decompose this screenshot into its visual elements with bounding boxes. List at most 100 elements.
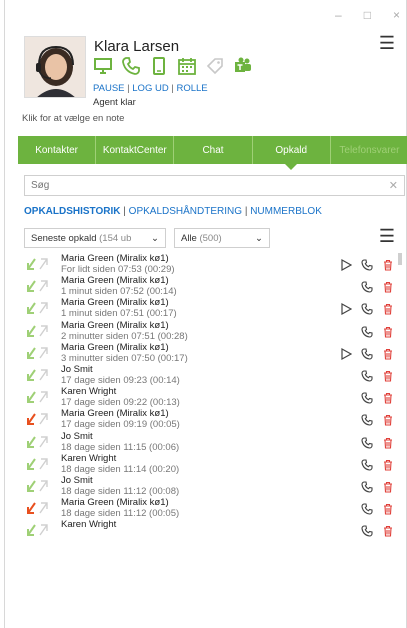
call-back-icon[interactable] (361, 347, 373, 365)
call-back-icon[interactable] (361, 413, 373, 431)
incoming-call-icon (26, 257, 50, 271)
incoming-call-icon (26, 324, 50, 338)
separator: | (127, 83, 130, 94)
calendar-icon[interactable] (177, 56, 197, 81)
chevron-down-icon: ⌄ (255, 232, 263, 244)
call-back-icon[interactable] (361, 480, 373, 498)
delete-icon[interactable] (382, 391, 394, 409)
delete-icon[interactable] (382, 413, 394, 431)
call-time: 17 dage siden 09:19 (00:05) (61, 419, 180, 431)
agent-name: Klara Larsen (94, 38, 180, 55)
delete-icon[interactable] (382, 258, 394, 276)
logout-link[interactable]: LOG UD (132, 83, 168, 94)
delete-icon[interactable] (382, 458, 394, 476)
incoming-call-icon (26, 368, 50, 382)
caller-name: Maria Green (Miralix kø1) (61, 341, 169, 353)
incoming-call-icon (26, 523, 50, 537)
call-back-icon[interactable] (361, 436, 373, 454)
call-type-label: Alle (181, 232, 197, 244)
call-row[interactable]: Maria Green (Miralix kø1) 18 dage siden 1… (24, 497, 396, 519)
delete-icon[interactable] (382, 347, 394, 365)
status-links: PAUSE | LOG UD | ROLLE (93, 83, 208, 94)
call-row[interactable]: Karen Wright (24, 519, 396, 541)
tab-calls[interactable]: Opkald (253, 136, 331, 170)
subnav-call-handling[interactable]: OPKALDSHÅNDTERING (129, 206, 242, 217)
call-row[interactable]: Maria Green (Miralix kø1) 3 minutter side… (24, 342, 396, 364)
delete-icon[interactable] (382, 524, 394, 542)
call-back-icon[interactable] (361, 458, 373, 476)
call-back-icon[interactable] (361, 391, 373, 409)
call-actions (340, 302, 394, 320)
delete-icon[interactable] (382, 280, 394, 298)
play-recording-icon[interactable] (340, 302, 353, 320)
tab-contacts[interactable]: Kontakter (18, 136, 97, 164)
minimize-button[interactable]: – (335, 8, 342, 22)
caller-name: Karen Wright (61, 452, 117, 464)
delete-icon[interactable] (382, 325, 394, 343)
call-back-icon[interactable] (361, 369, 373, 387)
call-row[interactable]: Maria Green (Miralix kø1) For lidt siden … (24, 253, 396, 275)
close-button[interactable]: × (393, 8, 400, 22)
tab-contact-center[interactable]: KontaktCenter (96, 136, 175, 164)
call-back-icon[interactable] (361, 325, 373, 343)
caller-name: Maria Green (Miralix kø1) (61, 497, 169, 509)
call-row[interactable]: Maria Green (Miralix kø1) 17 dage siden 0… (24, 408, 396, 430)
call-actions (361, 369, 394, 387)
delete-icon[interactable] (382, 369, 394, 387)
call-row[interactable]: Maria Green (Miralix kø1) 2 minutter side… (24, 320, 396, 342)
call-back-icon[interactable] (361, 258, 373, 276)
play-recording-icon[interactable] (340, 347, 353, 365)
separator: | (123, 206, 126, 217)
call-back-icon[interactable] (361, 280, 373, 298)
teams-icon[interactable] (233, 56, 253, 81)
scrollbar[interactable] (398, 253, 402, 265)
recent-calls-select[interactable]: Seneste opkald (154 ub ⌄ (24, 228, 166, 248)
agent-status: Agent klar (93, 97, 136, 108)
call-back-icon[interactable] (361, 524, 373, 542)
search-input[interactable] (31, 180, 389, 191)
subnav-numpad[interactable]: NUMMERBLOK (250, 206, 322, 217)
incoming-call-icon (26, 346, 50, 360)
role-link[interactable]: ROLLE (176, 83, 207, 94)
play-recording-icon[interactable] (340, 258, 353, 276)
incoming-call-icon (26, 479, 50, 493)
clear-search-icon[interactable]: ✕ (389, 179, 398, 192)
separator: | (171, 83, 174, 94)
call-row[interactable]: Karen Wright 17 dage siden 09:22 (00:13) (24, 386, 396, 408)
call-row[interactable]: Karen Wright 18 dage siden 11:14 (00:20) (24, 453, 396, 475)
incoming-call-icon (26, 435, 50, 449)
phone-icon[interactable] (121, 56, 141, 81)
call-back-icon[interactable] (361, 302, 373, 320)
call-row[interactable]: Jo Smit 18 dage siden 11:12 (00:08) (24, 475, 396, 497)
call-row[interactable]: Maria Green (Miralix kø1) 1 minut siden 0… (24, 275, 396, 297)
delete-icon[interactable] (382, 502, 394, 520)
call-row[interactable]: Maria Green (Miralix kø1) 1 minut siden 0… (24, 297, 396, 319)
call-time: 1 minut siden 07:52 (00:14) (61, 286, 177, 298)
maximize-button[interactable]: □ (364, 8, 371, 22)
call-type-select[interactable]: Alle (500) ⌄ (174, 228, 270, 248)
search-box: ✕ (24, 175, 405, 196)
subnav-call-history[interactable]: OPKALDSHISTORIK (24, 206, 121, 217)
main-menu-icon[interactable]: ☰ (379, 34, 395, 52)
call-time: 17 dage siden 09:23 (00:14) (61, 374, 180, 386)
note-selector[interactable]: Klik for at vælge en note (22, 113, 124, 124)
pause-link[interactable]: PAUSE (93, 83, 125, 94)
mobile-icon[interactable] (149, 56, 169, 81)
call-type-count: (500) (199, 232, 222, 244)
incoming-call-icon (26, 457, 50, 471)
channel-icons (93, 56, 253, 81)
delete-icon[interactable] (382, 436, 394, 454)
tab-chat[interactable]: Chat (174, 136, 253, 164)
tag-icon[interactable] (205, 56, 225, 81)
tab-voicemail[interactable]: Telefonsvarer (331, 136, 407, 164)
list-menu-icon[interactable]: ☰ (379, 227, 395, 245)
tab-bar: Kontakter KontaktCenter Chat Opkald Tele… (18, 136, 407, 170)
call-row[interactable]: Jo Smit 18 dage siden 11:15 (00:06) (24, 431, 396, 453)
computer-icon[interactable] (93, 56, 113, 81)
caller-name: Maria Green (Miralix kø1) (61, 408, 169, 420)
delete-icon[interactable] (382, 302, 394, 320)
call-back-icon[interactable] (361, 502, 373, 520)
delete-icon[interactable] (382, 480, 394, 498)
call-time: For lidt siden 07:53 (00:29) (61, 264, 175, 275)
call-row[interactable]: Jo Smit 17 dage siden 09:23 (00:14) (24, 364, 396, 386)
